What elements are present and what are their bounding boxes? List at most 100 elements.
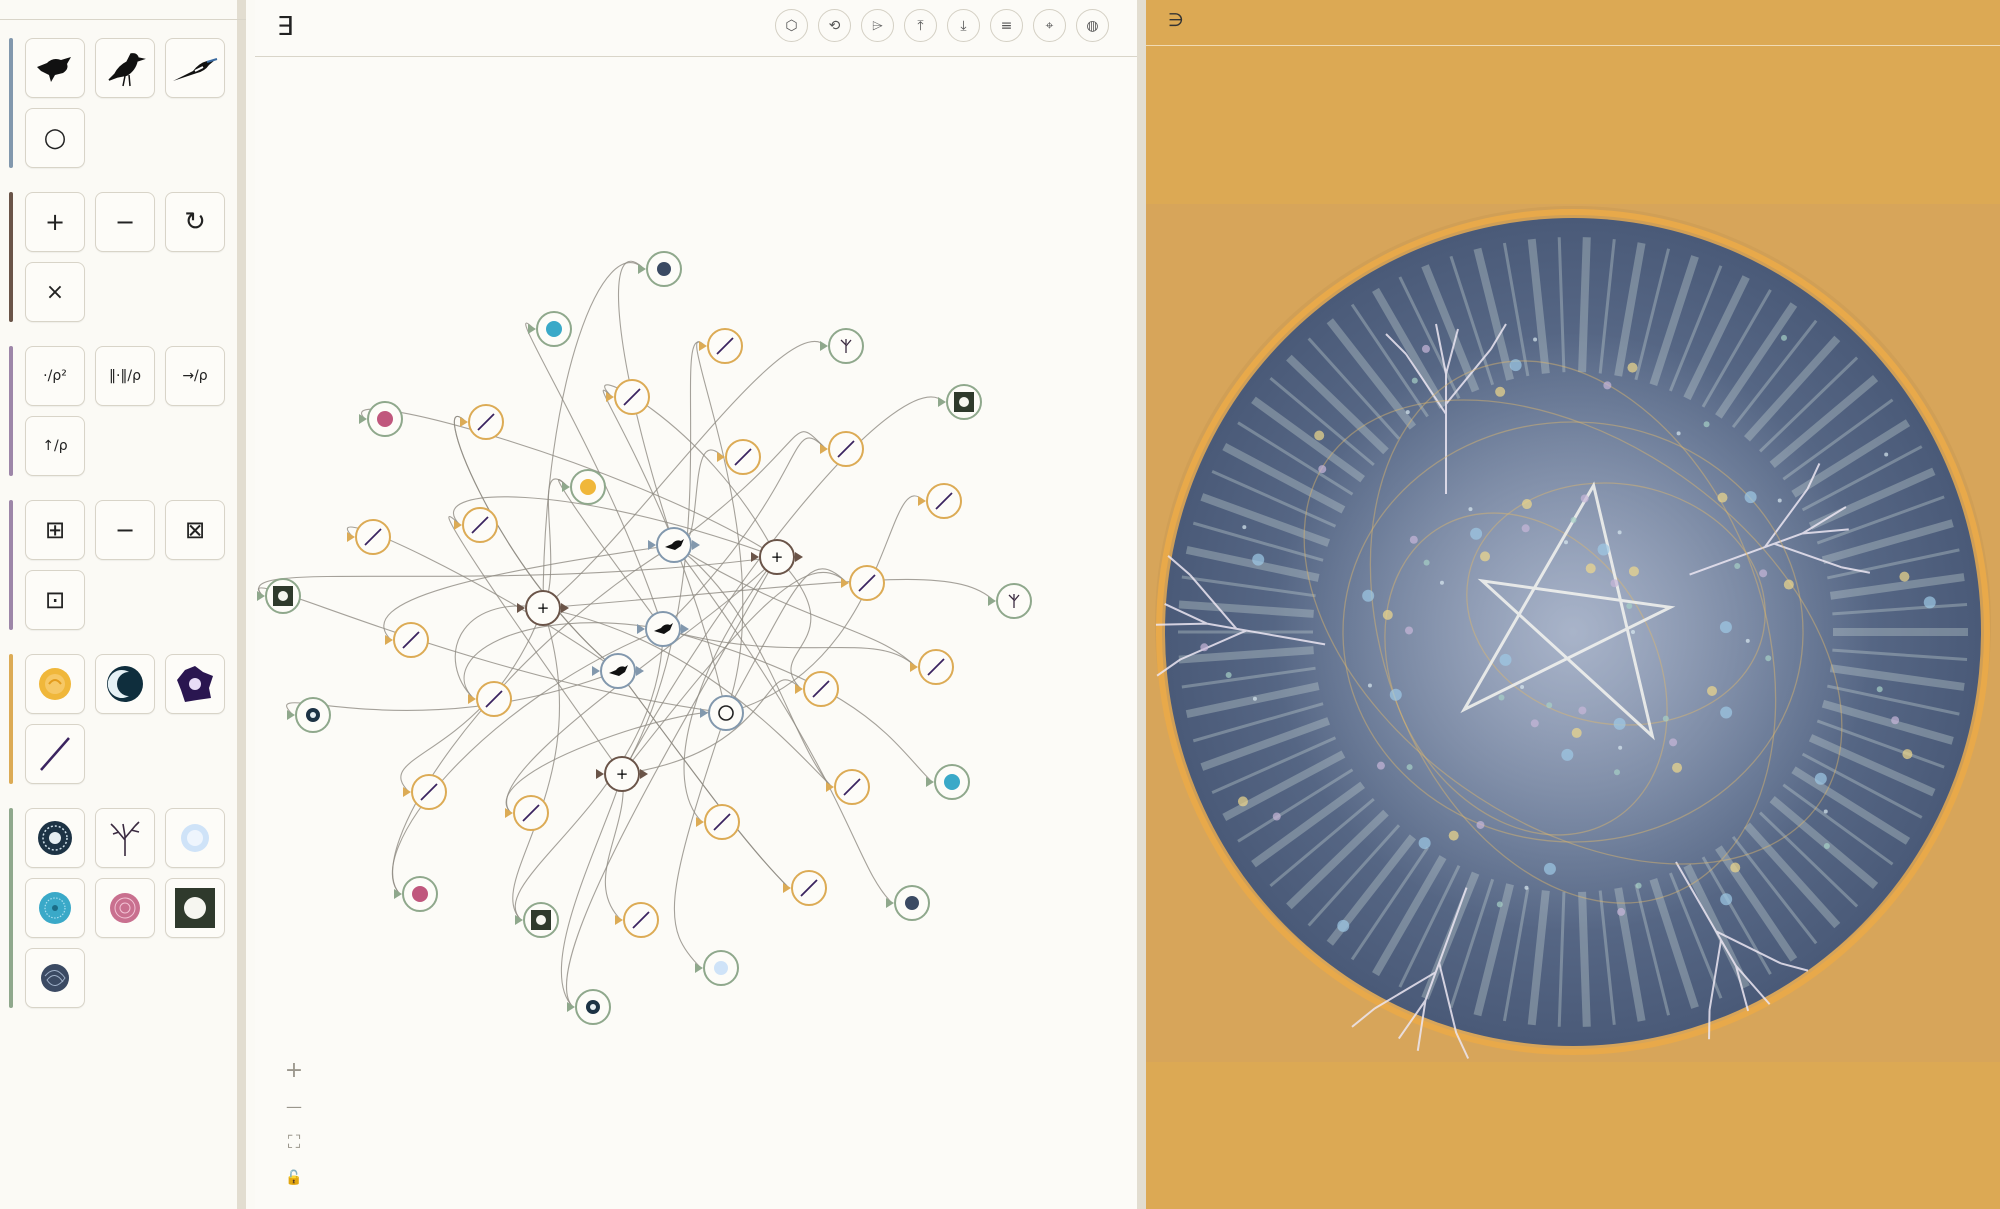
graph-node-line[interactable] bbox=[460, 404, 504, 440]
toolbar-button-download[interactable]: ⤓ bbox=[947, 9, 980, 42]
scribble-icon bbox=[41, 964, 69, 992]
tree-icon bbox=[110, 821, 140, 856]
preview-header: ∋ bbox=[1146, 0, 2000, 46]
graph-node-out-rosette[interactable] bbox=[359, 401, 403, 437]
palette-tile-snowflake[interactable] bbox=[165, 808, 225, 868]
palette-tile-moon[interactable] bbox=[95, 654, 155, 714]
editor-header-glyph: ∃ bbox=[277, 12, 294, 42]
palette-tile-magpie[interactable] bbox=[165, 38, 225, 98]
palette-tile-minus[interactable]: − bbox=[95, 500, 155, 560]
graph-node-line[interactable] bbox=[606, 379, 650, 415]
palette-tile-nebula[interactable] bbox=[165, 654, 225, 714]
upload-icon: ⤒ bbox=[917, 17, 924, 34]
graph-node-out-square[interactable] bbox=[257, 578, 301, 614]
graph-node-line[interactable] bbox=[795, 671, 839, 707]
toolbar-button-render[interactable]: ◍ bbox=[1076, 9, 1109, 42]
undo-icon: ⟲ bbox=[828, 17, 841, 34]
graph-node-out-rosette[interactable] bbox=[394, 876, 438, 912]
node-palette: ○ + − ↻ × ·/ρ² ‖·‖/ρ →/ρ ↑/ρ ⊞ − ⊠ ⊡ bbox=[0, 0, 246, 1209]
graph-node-line[interactable] bbox=[454, 507, 498, 543]
palette-tile-rotate[interactable]: ↻ bbox=[165, 192, 225, 252]
graph-node-line[interactable] bbox=[505, 795, 549, 831]
graph-node-line[interactable] bbox=[826, 769, 870, 805]
graph-node-out-teal[interactable] bbox=[926, 764, 970, 800]
graph-node-out-square[interactable] bbox=[515, 902, 559, 938]
palette-tile-multiply[interactable]: × bbox=[25, 262, 85, 322]
graph-node-line[interactable] bbox=[841, 565, 885, 601]
graph-node-line[interactable] bbox=[699, 328, 743, 364]
graph-node-line[interactable] bbox=[820, 431, 864, 467]
palette-tile-norm[interactable]: ‖·‖/ρ bbox=[95, 346, 155, 406]
graph-edge bbox=[673, 544, 833, 788]
palette-tile-bird-standing[interactable] bbox=[95, 38, 155, 98]
palette-tile-grid-x[interactable]: ⊠ bbox=[165, 500, 225, 560]
palette-top-divider bbox=[0, 19, 246, 20]
graph-node-line[interactable] bbox=[468, 681, 512, 717]
graph-node-line[interactable] bbox=[403, 774, 447, 810]
graph-node-out-scribble[interactable] bbox=[886, 885, 930, 921]
graph-node-line[interactable] bbox=[717, 439, 761, 475]
palette-tile-sunburst[interactable] bbox=[25, 878, 85, 938]
graph-node-add[interactable]: + bbox=[517, 590, 569, 626]
palette-tile-grid-dot[interactable]: ⊡ bbox=[25, 570, 85, 630]
panel-divider[interactable] bbox=[1137, 0, 1146, 1209]
zoom-out-button[interactable]: — bbox=[276, 1088, 312, 1124]
graph-node-out-mandala[interactable] bbox=[567, 989, 611, 1025]
graph-node-out-scribble[interactable] bbox=[638, 251, 682, 287]
toolbar-button-crosshair[interactable]: ⌖ bbox=[1033, 9, 1066, 42]
palette-tile-tree[interactable] bbox=[95, 808, 155, 868]
graph-node-out-tree[interactable] bbox=[988, 583, 1032, 619]
graph-edge bbox=[361, 408, 778, 558]
svg-text:+: + bbox=[771, 548, 784, 566]
graph-edge bbox=[617, 670, 790, 889]
toolbar-button-undo[interactable]: ⟲ bbox=[818, 9, 851, 42]
toolbar-button-menu[interactable]: ≡ bbox=[990, 9, 1023, 42]
graph-node-line[interactable] bbox=[696, 804, 740, 840]
palette-tile-crow[interactable] bbox=[25, 38, 85, 98]
norm-icon: ‖·‖/ρ bbox=[108, 368, 142, 384]
graph-node-out-snow[interactable] bbox=[695, 950, 739, 986]
graph-node-out-teal[interactable] bbox=[528, 311, 572, 347]
toolbar-button-hexagon[interactable]: ⬡ bbox=[775, 9, 808, 42]
graph-node-add[interactable]: + bbox=[596, 756, 648, 792]
toolbar-button-play[interactable]: ⌲ bbox=[861, 9, 894, 42]
palette-tile-inverse-square[interactable]: ·/ρ² bbox=[25, 346, 85, 406]
palette-tile-mandala[interactable] bbox=[25, 808, 85, 868]
graph-node-line[interactable] bbox=[385, 622, 429, 658]
lock-button[interactable]: 🔓 bbox=[276, 1160, 312, 1196]
graph-nodes: + + + bbox=[257, 251, 1032, 1025]
graph-node-line[interactable] bbox=[918, 483, 962, 519]
palette-tile-line[interactable] bbox=[25, 724, 85, 784]
toolbar-button-upload[interactable]: ⤒ bbox=[904, 9, 937, 42]
graph-node-out-sun[interactable] bbox=[562, 469, 606, 505]
graph-node-out-tree[interactable] bbox=[820, 328, 864, 364]
palette-tile-up-vector[interactable]: ↑/ρ bbox=[25, 416, 85, 476]
zoom-in-icon: + bbox=[284, 1057, 304, 1083]
editor-toolbar: ∃ ⬡ ⟲ ⌲ ⤒ ⤓ ≡ ⌖ ◍ bbox=[255, 0, 1137, 57]
fit-view-button[interactable]: ⛶ bbox=[276, 1124, 312, 1160]
graph-node-line[interactable] bbox=[615, 902, 659, 938]
zoom-in-button[interactable]: + bbox=[276, 1052, 312, 1088]
zoom-out-icon: — bbox=[286, 1096, 302, 1116]
node-graph-canvas[interactable]: + + + bbox=[255, 57, 1137, 1207]
palette-tile-vector[interactable]: →/ρ bbox=[165, 346, 225, 406]
graph-editor: ∃ ⬡ ⟲ ⌲ ⤒ ⤓ ≡ ⌖ ◍ + + + + — ⛶ 🔓 bbox=[255, 0, 1137, 1209]
graph-node-line[interactable] bbox=[910, 649, 954, 685]
palette-tile-grid-plus[interactable]: ⊞ bbox=[25, 500, 85, 560]
grid-plus-icon: ⊞ bbox=[44, 516, 66, 544]
mandala-icon bbox=[38, 821, 72, 855]
palette-tile-add[interactable]: + bbox=[25, 192, 85, 252]
line-icon bbox=[40, 737, 70, 771]
graph-node-circle[interactable] bbox=[700, 695, 744, 731]
palette-tile-circle[interactable]: ○ bbox=[25, 108, 85, 168]
graph-node-line[interactable] bbox=[783, 870, 827, 906]
palette-tile-sun[interactable] bbox=[25, 654, 85, 714]
palette-tile-rosette[interactable] bbox=[95, 878, 155, 938]
palette-tile-scribble[interactable] bbox=[25, 948, 85, 1008]
subtract-icon: − bbox=[114, 208, 136, 236]
graph-node-line[interactable] bbox=[347, 519, 391, 555]
palette-tile-subtract[interactable]: − bbox=[95, 192, 155, 252]
graph-node-out-square[interactable] bbox=[938, 384, 982, 420]
circle-icon: ○ bbox=[43, 123, 67, 153]
palette-tile-dark-square[interactable] bbox=[165, 878, 225, 938]
